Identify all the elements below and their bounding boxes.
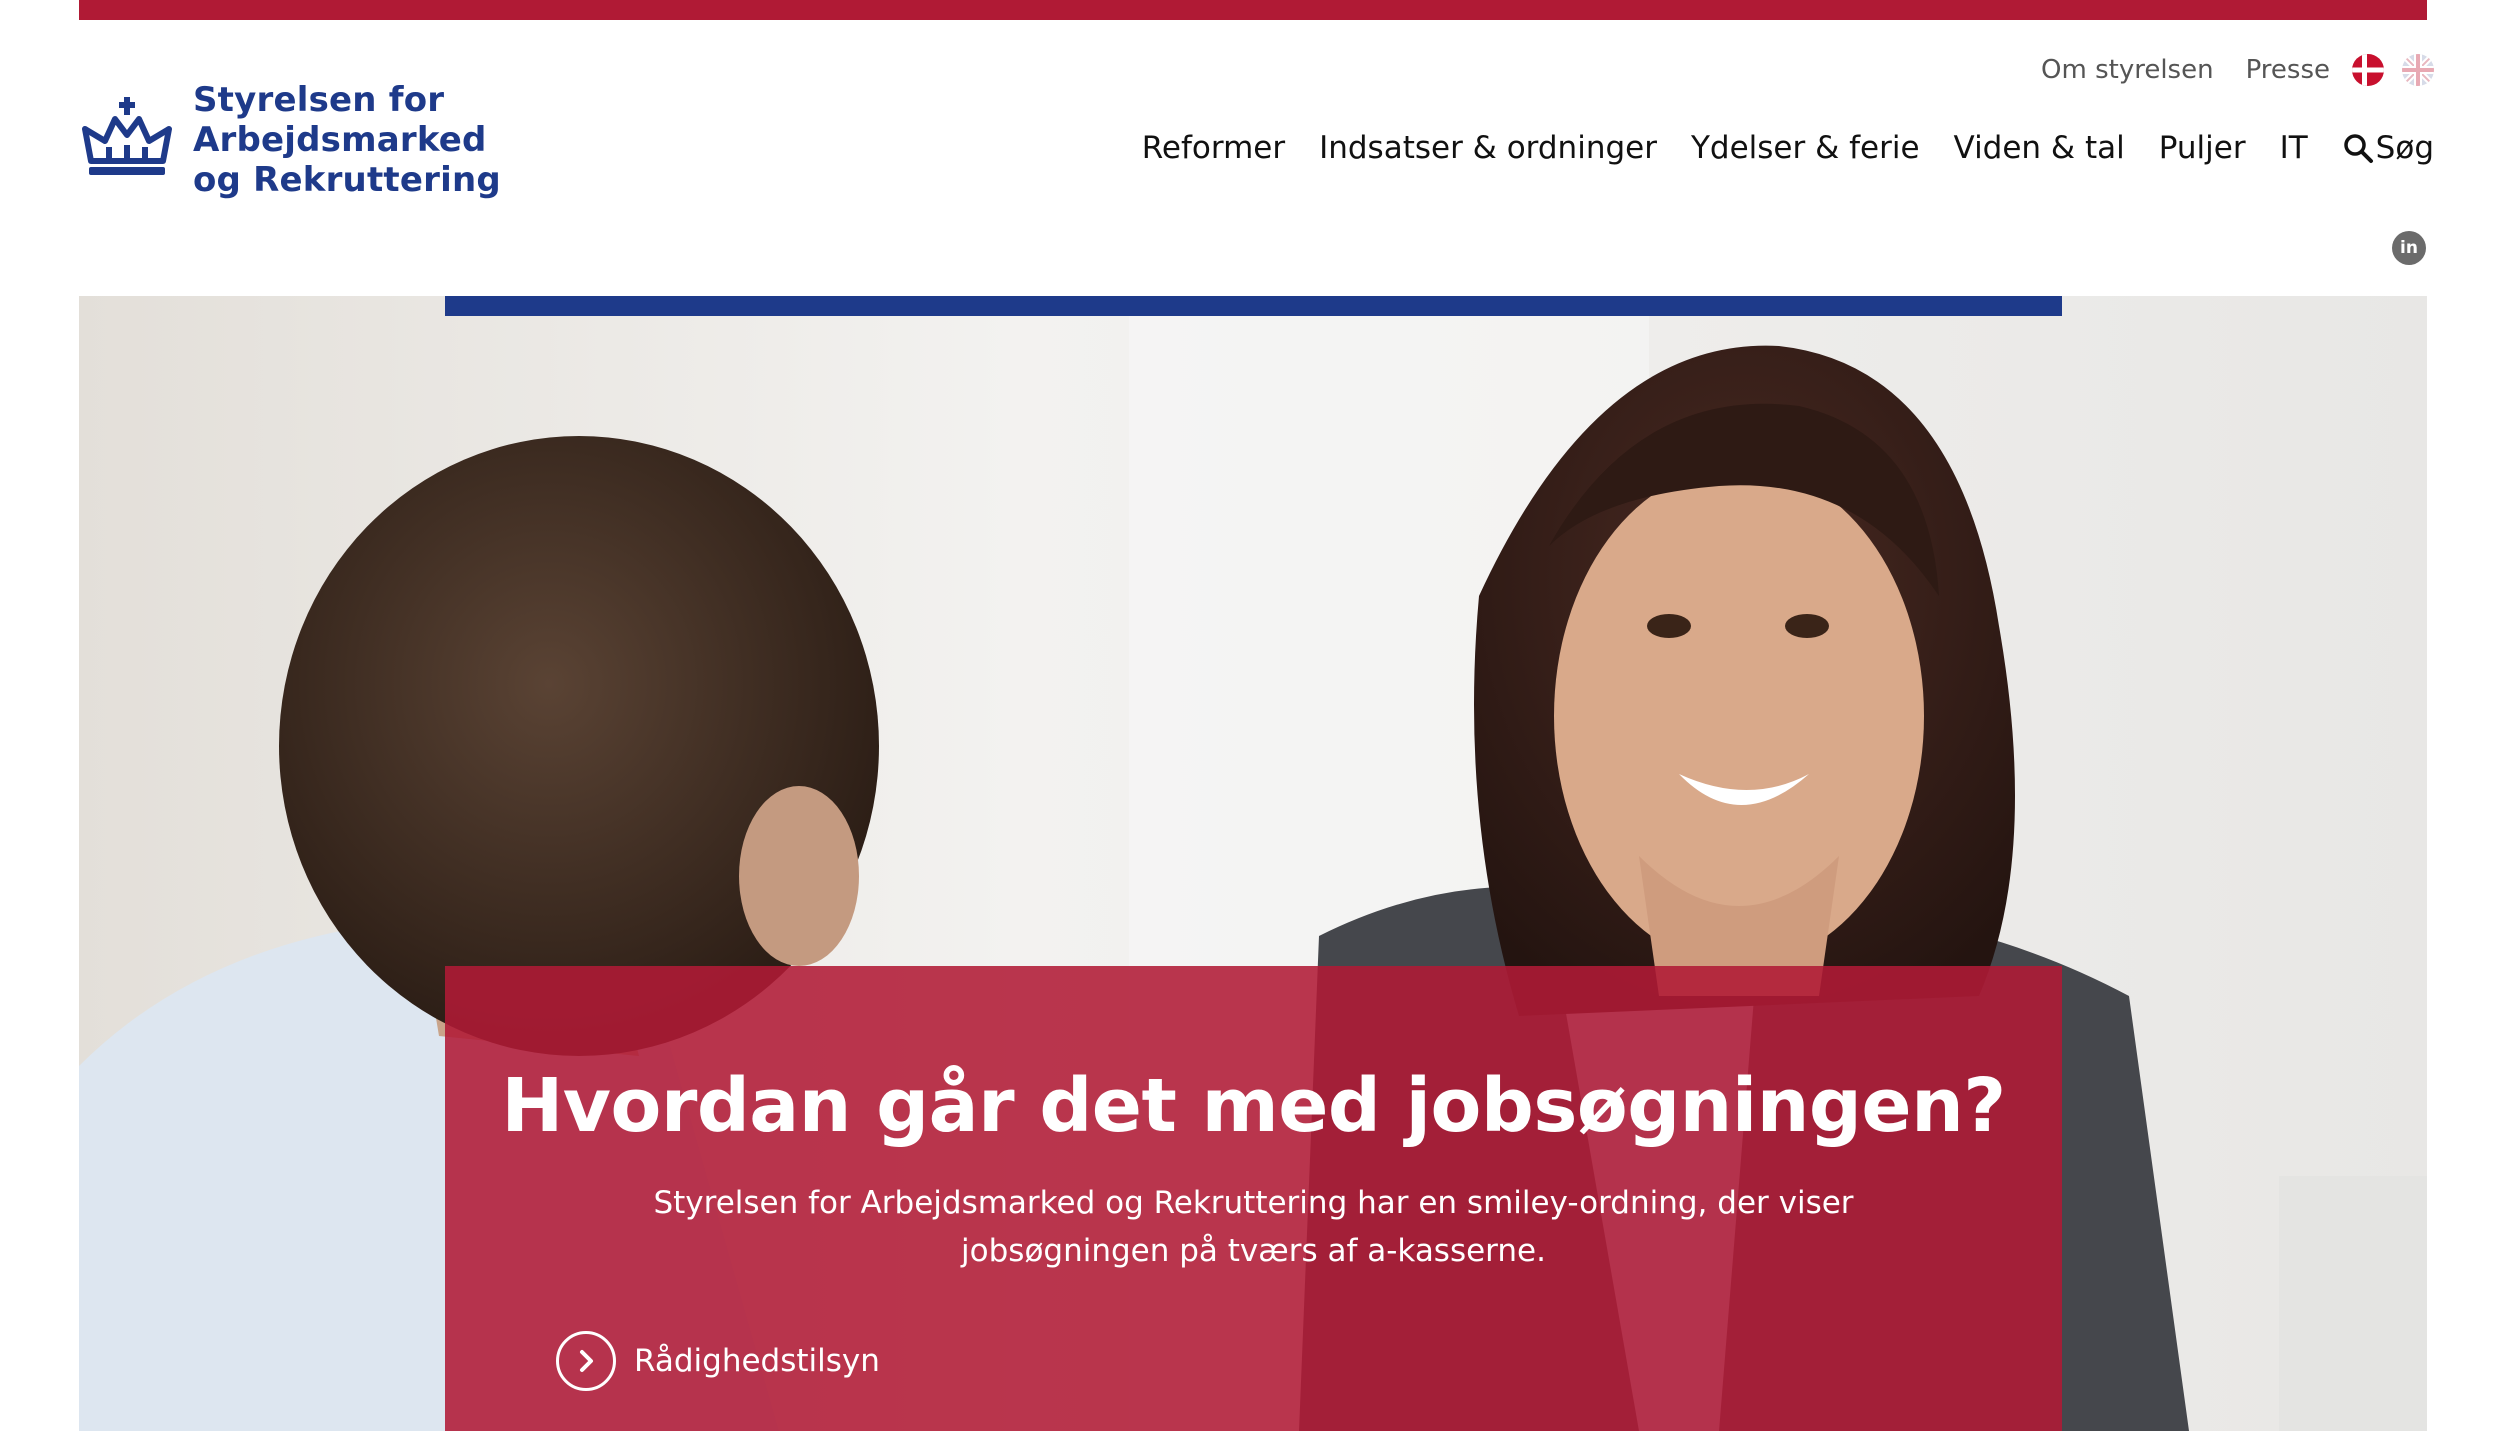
nav-item-indsatser[interactable]: Indsatser & ordninger [1319,130,1657,166]
linkedin-icon[interactable]: in [2392,231,2426,265]
hero-banner: Hvordan går det med jobsøgningen? Styrel… [79,296,2427,1431]
main-nav: Reformer Indsatser & ordninger Ydelser &… [1108,126,2434,170]
logo-line-2: og Rekruttering [193,160,501,200]
raadighedstilsyn-link[interactable]: Rådighedstilsyn [556,1331,880,1391]
search-button[interactable]: Søg [2342,130,2434,166]
chevron-right-icon [556,1331,616,1391]
utility-nav: Om styrelsen Presse [2041,50,2434,90]
logo-line-1: Styrelsen for Arbejdsmarked [193,80,487,160]
site-logo[interactable]: Styrelsen for Arbejdsmarked og Rekrutter… [79,80,739,200]
uk-flag-icon[interactable] [2402,54,2434,86]
cta-label: Rådighedstilsyn [634,1343,880,1379]
hero-accent-bar [445,296,2062,316]
hero-title: Hvordan går det med jobsøgningen? [501,1063,2006,1149]
util-link-om-styrelsen[interactable]: Om styrelsen [2041,55,2214,85]
nav-item-reformer[interactable]: Reformer [1142,130,1285,166]
nav-item-ydelser[interactable]: Ydelser & ferie [1691,130,1920,166]
search-label: Søg [2375,130,2434,166]
nav-item-it[interactable]: IT [2280,130,2308,166]
logo-wordmark: Styrelsen for Arbejdsmarked og Rekrutter… [193,80,739,200]
hero-text: Styrelsen for Arbejdsmarked og Rekrutter… [653,1185,1854,1269]
top-accent-bar [79,0,2427,20]
nav-item-viden[interactable]: Viden & tal [1954,130,2125,166]
danish-flag-icon[interactable] [2352,54,2384,86]
crown-icon [82,97,172,175]
search-icon [2343,134,2373,163]
nav-item-puljer[interactable]: Puljer [2159,130,2246,166]
util-link-presse[interactable]: Presse [2246,55,2330,85]
hero-card: Hvordan går det med jobsøgningen? Styrel… [445,966,2062,1431]
